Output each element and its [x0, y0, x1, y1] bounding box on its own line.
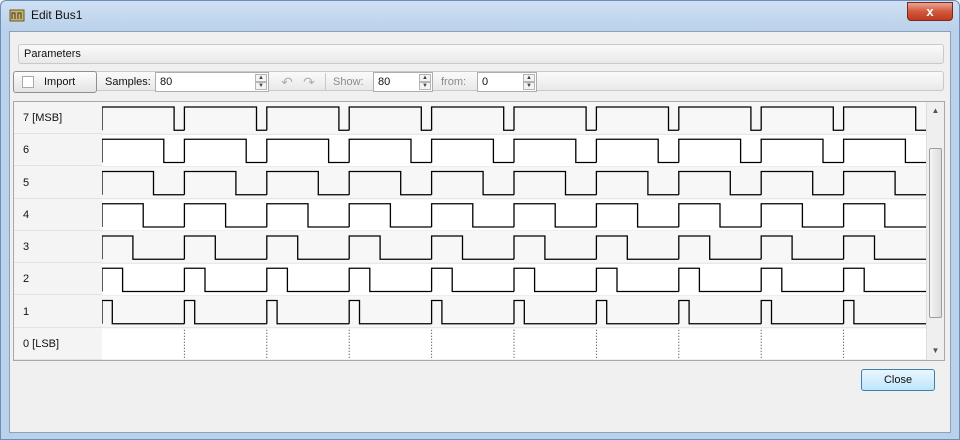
toolbar: Import Samples: 80 ▲ ▼ ↶ ↷ Show: 80 ▲ ▼ …: [13, 71, 933, 95]
bit-label: 0 [LSB]: [14, 328, 102, 360]
bit-labels-column: 7 [MSB] 6 5 4 3 2 1 0 [LSB]: [14, 102, 102, 360]
show-spinbox[interactable]: 80 ▲ ▼: [373, 72, 433, 92]
scroll-up-arrow[interactable]: ▲: [927, 102, 944, 119]
show-label: Show:: [333, 76, 364, 88]
toolbar-separator: [325, 73, 326, 91]
window-title: Edit Bus1: [31, 8, 83, 22]
window-close-button[interactable]: x: [907, 2, 953, 21]
bit-label: 3: [14, 231, 102, 263]
bit-label: 1: [14, 296, 102, 328]
app-icon: [9, 9, 25, 22]
undo-icon[interactable]: ↶: [279, 74, 295, 90]
bit-waveform[interactable]: [102, 267, 926, 293]
import-button[interactable]: Import: [13, 71, 97, 93]
waveform-canvas[interactable]: [102, 102, 926, 360]
from-spinbox[interactable]: 0 ▲ ▼: [477, 72, 537, 92]
bit-label: 7 [MSB]: [14, 102, 102, 134]
parameters-section[interactable]: Parameters: [18, 44, 944, 64]
title-bar[interactable]: Edit Bus1 x: [1, 1, 959, 29]
redo-icon[interactable]: ↷: [301, 74, 317, 90]
scroll-down-arrow[interactable]: ▼: [927, 342, 944, 359]
bit-waveform[interactable]: [102, 138, 926, 164]
samples-label: Samples:: [105, 76, 151, 88]
samples-up-arrow[interactable]: ▲: [255, 74, 267, 82]
close-button[interactable]: Close: [861, 369, 935, 391]
samples-spinbox[interactable]: 80 ▲ ▼: [155, 72, 269, 92]
bit-label: 4: [14, 199, 102, 231]
scroll-thumb[interactable]: [929, 148, 942, 318]
waveform-editor[interactable]: 7 [MSB] 6 5 4 3 2 1 0 [LSB] ▲ ▼: [13, 101, 945, 361]
bit-label: 5: [14, 167, 102, 199]
from-label: from:: [441, 76, 467, 88]
import-label: Import: [44, 76, 76, 88]
show-down-arrow[interactable]: ▼: [419, 82, 431, 90]
samples-value: 80: [160, 76, 173, 88]
import-icon: [22, 76, 34, 88]
bit-waveform[interactable]: [102, 203, 926, 228]
samples-down-arrow[interactable]: ▼: [255, 82, 267, 90]
from-value: 0: [482, 76, 489, 88]
edit-bus-dialog: Edit Bus1 x Parameters Custom Import Sam…: [0, 0, 960, 440]
show-value: 80: [378, 76, 391, 88]
bit-label: 2: [14, 263, 102, 296]
show-up-arrow[interactable]: ▲: [419, 74, 431, 82]
from-down-arrow[interactable]: ▼: [523, 82, 535, 90]
vertical-scrollbar[interactable]: ▲ ▼: [926, 102, 944, 360]
from-up-arrow[interactable]: ▲: [523, 74, 535, 82]
bit-label: 6: [14, 134, 102, 167]
